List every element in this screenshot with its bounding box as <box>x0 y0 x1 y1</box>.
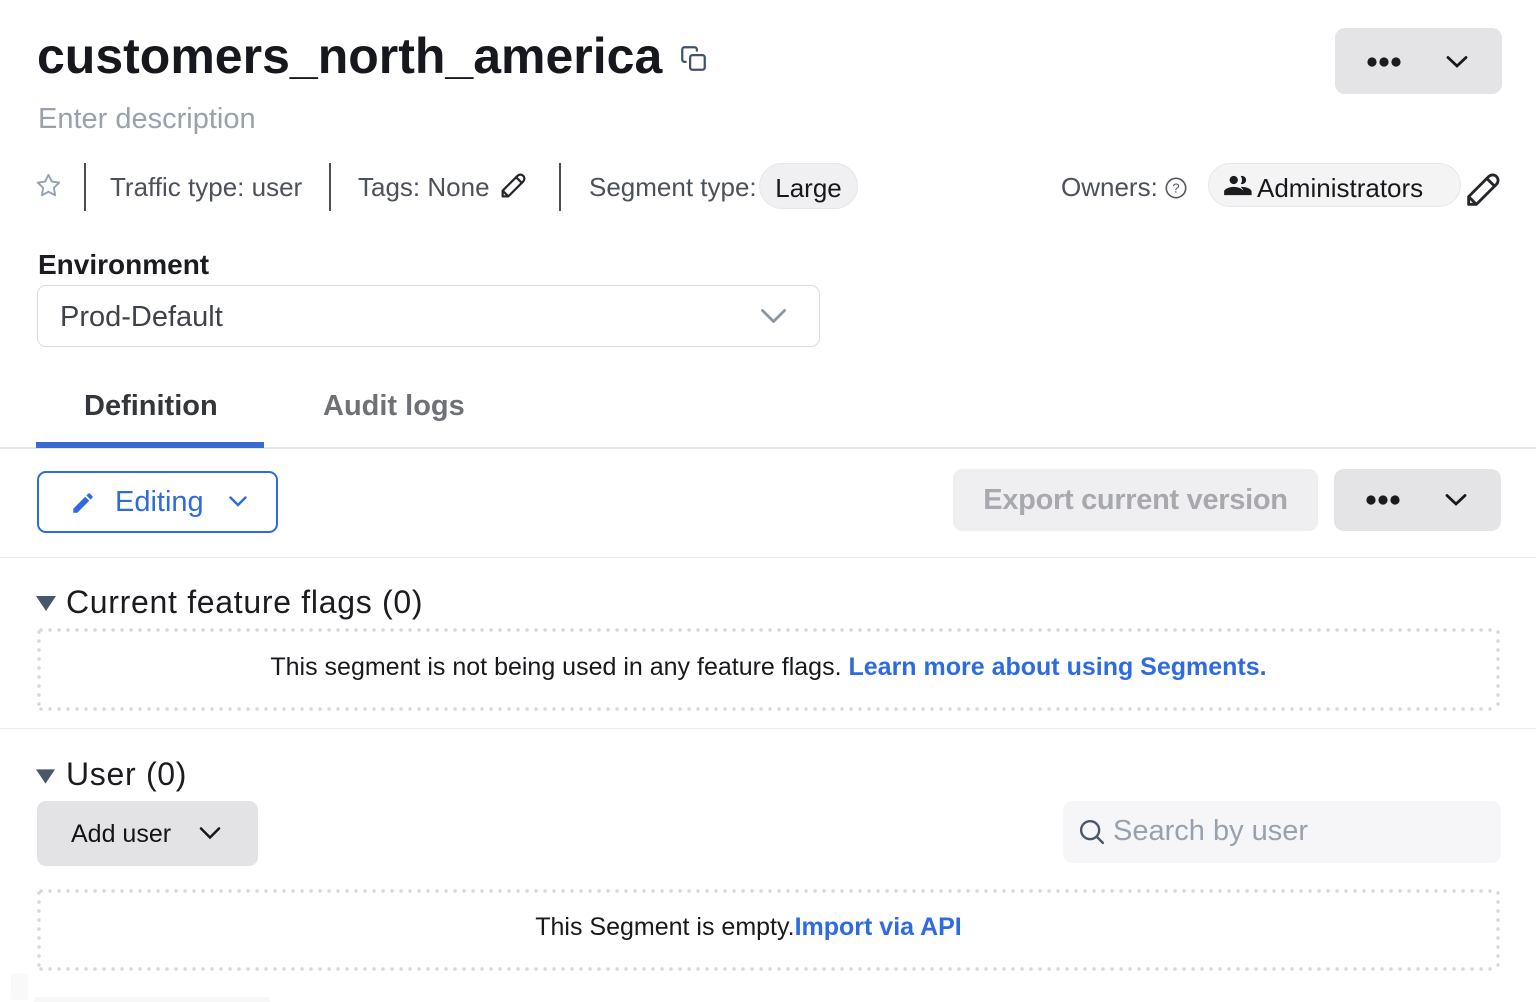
svg-text:?: ? <box>1172 180 1179 195</box>
